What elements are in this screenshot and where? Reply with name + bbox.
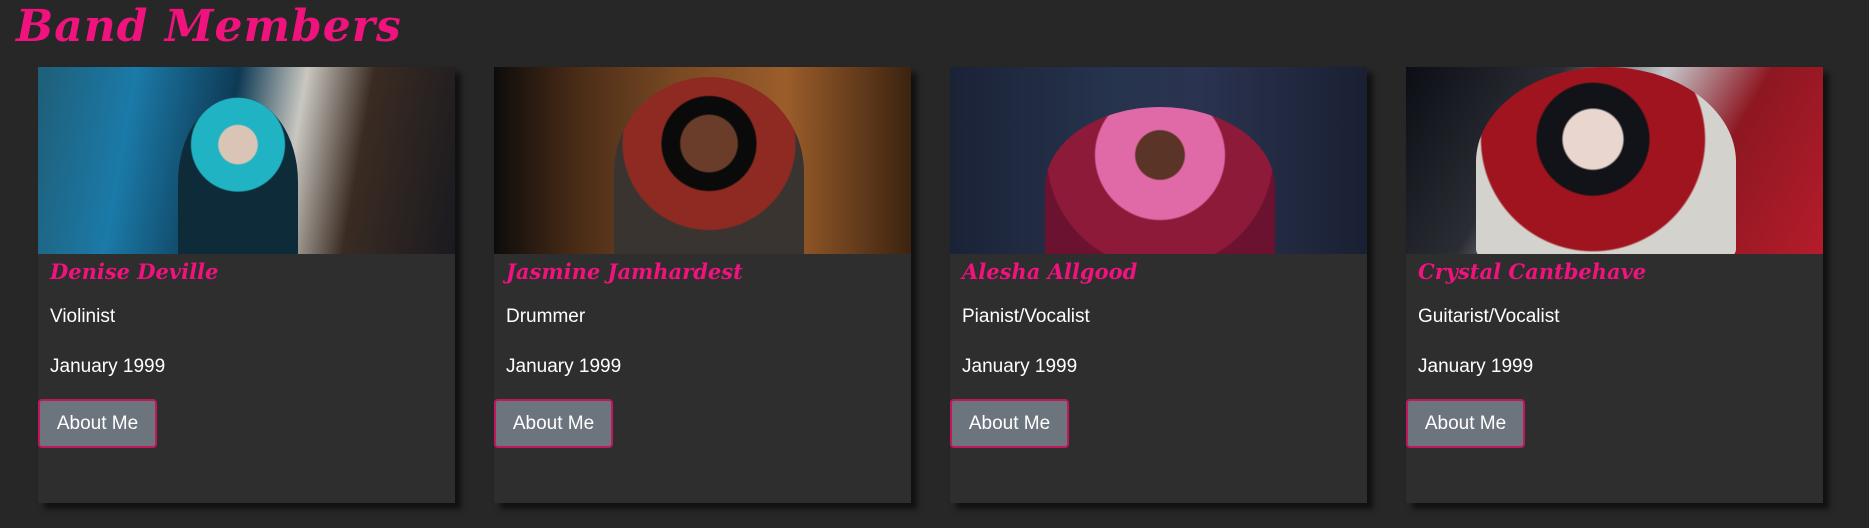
band-members-grid: Denise Deville Violinist January 1999 Ab… <box>38 67 1823 503</box>
about-me-button[interactable]: About Me <box>1406 399 1525 448</box>
member-role: Guitarist/Vocalist <box>1418 306 1560 327</box>
member-date: January 1999 <box>50 356 166 377</box>
about-me-button[interactable]: About Me <box>950 399 1069 448</box>
card-body: Crystal Cantbehave Guitarist/Vocalist Ja… <box>1406 258 1823 378</box>
member-role: Drummer <box>506 306 586 327</box>
card-body: Denise Deville Violinist January 1999 <box>38 258 455 378</box>
member-role: Violinist <box>50 306 116 327</box>
card-body: Alesha Allgood Pianist/Vocalist January … <box>950 258 1367 378</box>
card-body: Jasmine Jamhardest Drummer January 1999 <box>494 258 911 378</box>
about-me-button[interactable]: About Me <box>38 399 157 448</box>
member-photo <box>38 67 455 254</box>
member-name: Crystal Cantbehave <box>1418 259 1647 284</box>
member-date: January 1999 <box>506 356 622 377</box>
member-card: Jasmine Jamhardest Drummer January 1999 … <box>494 67 911 503</box>
member-card: Alesha Allgood Pianist/Vocalist January … <box>950 67 1367 503</box>
member-figure <box>614 77 804 254</box>
member-card: Crystal Cantbehave Guitarist/Vocalist Ja… <box>1406 67 1823 503</box>
member-name: Jasmine Jamhardest <box>506 259 743 284</box>
member-date: January 1999 <box>962 356 1078 377</box>
member-photo <box>950 67 1367 254</box>
member-role: Pianist/Vocalist <box>962 306 1090 327</box>
about-me-button[interactable]: About Me <box>494 399 613 448</box>
member-date: January 1999 <box>1418 356 1534 377</box>
page-title: Band Members <box>16 1 402 52</box>
member-photo <box>1406 67 1823 254</box>
member-figure <box>1476 67 1736 254</box>
member-card: Denise Deville Violinist January 1999 Ab… <box>38 67 455 503</box>
member-figure <box>178 97 298 254</box>
member-figure <box>1045 107 1275 254</box>
member-name: Alesha Allgood <box>962 259 1138 284</box>
member-photo <box>494 67 911 254</box>
member-name: Denise Deville <box>50 259 219 284</box>
